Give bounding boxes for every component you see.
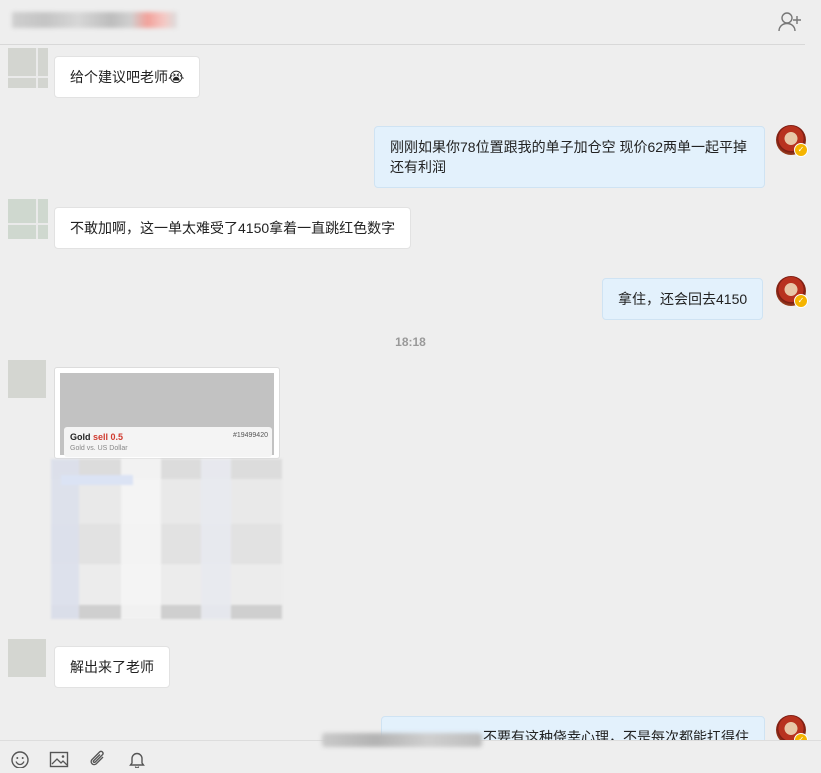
message-bubble-right[interactable]: 拿住，还会回去4150 xyxy=(602,278,764,320)
timestamp-divider: 18:18 xyxy=(395,335,426,349)
pixelated-image-region xyxy=(51,459,282,619)
message-list[interactable]: 给个建议吧老师😭 刚刚如果你78位置跟我的单子加仓空 现价62两单一起平掉还有利… xyxy=(0,46,821,740)
trade-order-id: #19499420 xyxy=(232,432,268,439)
add-contact-icon[interactable] xyxy=(777,10,803,34)
verified-badge-icon: ✓ xyxy=(794,733,808,740)
avatar[interactable] xyxy=(8,199,48,239)
avatar[interactable] xyxy=(8,639,46,677)
chat-title-blurred xyxy=(12,12,177,28)
message-text: 不要有这种侥幸心理，不是每次都能扛得住 xyxy=(483,729,749,740)
message-bubble-left[interactable]: 给个建议吧老师😭 xyxy=(54,56,201,98)
avatar-self[interactable]: ✓ xyxy=(776,715,808,740)
avatar[interactable] xyxy=(8,360,46,398)
avatar-self[interactable]: ✓ xyxy=(776,125,808,157)
trade-action: sell 0.5 xyxy=(93,432,124,442)
chat-header xyxy=(0,0,821,46)
trade-screenshot: Gold sell 0.5 Gold vs. US Dollar #194994… xyxy=(60,373,274,457)
message-bubble-left[interactable]: 不敢加啊，这一单太难受了4150拿着一直跳红色数字 xyxy=(54,207,412,249)
message-text: 不敢加啊，这一单太难受了4150拿着一直跳红色数字 xyxy=(70,220,396,236)
image-icon[interactable] xyxy=(49,750,69,768)
message-text: 给个建议吧老师😭 xyxy=(70,69,185,85)
trade-row: Gold sell 0.5 Gold vs. US Dollar #194994… xyxy=(64,427,272,457)
bell-icon[interactable] xyxy=(127,750,147,769)
avatar-self[interactable]: ✓ xyxy=(776,276,808,308)
header-divider xyxy=(0,44,805,45)
avatar[interactable] xyxy=(8,48,48,88)
trade-description: Gold vs. US Dollar xyxy=(70,445,128,452)
message-text: 解出来了老师 xyxy=(70,659,154,675)
trade-title: Gold sell 0.5 xyxy=(70,432,123,442)
watermark-blurred xyxy=(322,733,482,747)
message-bubble-right[interactable]: 刚刚如果你78位置跟我的单子加仓空 现价62两单一起平掉还有利润 xyxy=(374,126,765,188)
trade-symbol: Gold xyxy=(70,432,91,442)
message-bubble-left[interactable]: 解出来了老师 xyxy=(54,646,170,688)
emoji-icon[interactable] xyxy=(10,750,30,769)
message-text: 拿住，还会回去4150 xyxy=(618,291,748,307)
attachment-icon[interactable] xyxy=(88,750,108,768)
verified-badge-icon: ✓ xyxy=(794,294,808,308)
image-message[interactable]: Gold sell 0.5 Gold vs. US Dollar #194994… xyxy=(54,367,280,459)
verified-badge-icon: ✓ xyxy=(794,143,808,157)
pixelated-strip xyxy=(61,475,133,485)
message-text: 刚刚如果你78位置跟我的单子加仓空 现价62两单一起平掉还有利润 xyxy=(390,139,748,175)
